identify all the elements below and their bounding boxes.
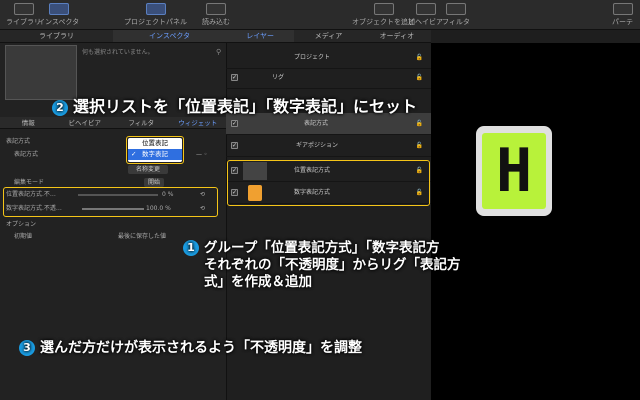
lcd-digit: H bbox=[495, 136, 533, 206]
tab-widget[interactable]: ウィジェット bbox=[170, 117, 227, 128]
groups-highlight bbox=[227, 160, 430, 206]
pos-opacity-row: 位置表記方式.不… 0 % ⟲ bbox=[6, 189, 206, 200]
options-row: オプション bbox=[6, 221, 37, 228]
lock-icon[interactable]: 🔓 bbox=[416, 47, 423, 69]
import-button[interactable]: 読み込む bbox=[202, 3, 230, 27]
tab-behavior[interactable]: ビヘイビア bbox=[57, 117, 114, 128]
visibility-checkbox[interactable] bbox=[231, 113, 238, 135]
rename-button[interactable]: 名称変更 bbox=[128, 165, 168, 174]
behavior-icon bbox=[415, 3, 436, 15]
particle-button[interactable]: パーテ bbox=[612, 3, 633, 27]
notation-row: 表記方式 — ◦ bbox=[14, 149, 208, 160]
layer-project[interactable]: プロジェクト 🔓 bbox=[226, 47, 431, 69]
lock-icon[interactable]: 🔓 bbox=[416, 135, 423, 157]
note-2: 2 選択リストを「位置表記」「数字表記」にセット bbox=[52, 93, 417, 117]
section-header: 表記方式 bbox=[6, 138, 31, 145]
pos-opacity-slider[interactable] bbox=[78, 194, 158, 196]
left-tabs: ライブラリ インスペクタ bbox=[0, 30, 226, 43]
num-opacity-slider[interactable] bbox=[82, 208, 144, 210]
tab-info[interactable]: 情報 bbox=[0, 117, 57, 128]
num-opacity-row: 数字表記方式.不透… 100.0 % ⟲ bbox=[6, 203, 206, 214]
inspector-icon bbox=[48, 3, 69, 15]
reset-icon[interactable]: ⟲ bbox=[200, 189, 205, 200]
project-panel-icon bbox=[145, 3, 166, 15]
no-selection-text: 何も選択されていません。 bbox=[82, 49, 154, 56]
start-button[interactable]: 開始 bbox=[144, 178, 164, 187]
library-icon bbox=[13, 3, 34, 15]
tab-layers[interactable]: レイヤー bbox=[226, 30, 295, 42]
dash-icon[interactable]: — ◦ bbox=[196, 149, 207, 160]
note-3: 3 選んだ方だけが表示されるよう「不透明度」を調整 bbox=[19, 337, 362, 357]
dropdown-highlight bbox=[126, 136, 184, 164]
particle-icon bbox=[612, 3, 633, 15]
canvas-viewer[interactable] bbox=[431, 43, 640, 400]
import-icon bbox=[206, 3, 226, 15]
inspector-subtabs: 情報 ビヘイビア フィルタ ウィジェット bbox=[0, 117, 226, 129]
tab-inspector[interactable]: インスペクタ bbox=[113, 30, 226, 42]
preview-thumbnail bbox=[5, 45, 77, 100]
tab-filter[interactable]: フィルタ bbox=[113, 117, 170, 128]
lock-icon[interactable]: 🔓 bbox=[416, 67, 423, 89]
initial-select[interactable]: 最後に保存した値 bbox=[118, 231, 166, 242]
visibility-checkbox[interactable] bbox=[231, 67, 238, 89]
add-object-button[interactable]: オブジェクトを追加 bbox=[352, 3, 415, 27]
layer-tabs: レイヤー メディア オーディオ bbox=[226, 30, 431, 43]
tab-audio[interactable]: オーディオ bbox=[363, 30, 431, 42]
filter-icon bbox=[445, 3, 466, 15]
note-1: 1 グループ「位置表記方式」「数字表記方 それぞれの「不透明度」からリグ「表記方 … bbox=[183, 240, 461, 291]
toolbar: ライブラリ インスペクタ プロジェクトパネル 読み込む オブジェクトを追加 ビヘ… bbox=[0, 0, 640, 30]
visibility-checkbox[interactable] bbox=[231, 135, 238, 157]
lcd-display: H bbox=[482, 133, 546, 209]
reset-icon-2[interactable]: ⟲ bbox=[200, 203, 205, 214]
add-object-icon bbox=[373, 3, 394, 15]
project-panel-button[interactable]: プロジェクトパネル bbox=[124, 3, 187, 27]
pin-icon[interactable]: ⚲ bbox=[216, 48, 221, 56]
tab-library[interactable]: ライブラリ bbox=[0, 30, 113, 42]
inspector-button[interactable]: インスペクタ bbox=[38, 3, 79, 27]
layer-gear[interactable]: ギアポジション🔓 bbox=[226, 135, 431, 157]
tab-media[interactable]: メディア bbox=[294, 30, 362, 42]
layer-rig[interactable]: リグ🔓 bbox=[226, 67, 431, 89]
filter-button[interactable]: フィルタ bbox=[442, 3, 470, 27]
behavior-button[interactable]: ビヘイビア bbox=[408, 3, 443, 27]
library-button[interactable]: ライブラリ bbox=[6, 3, 41, 27]
